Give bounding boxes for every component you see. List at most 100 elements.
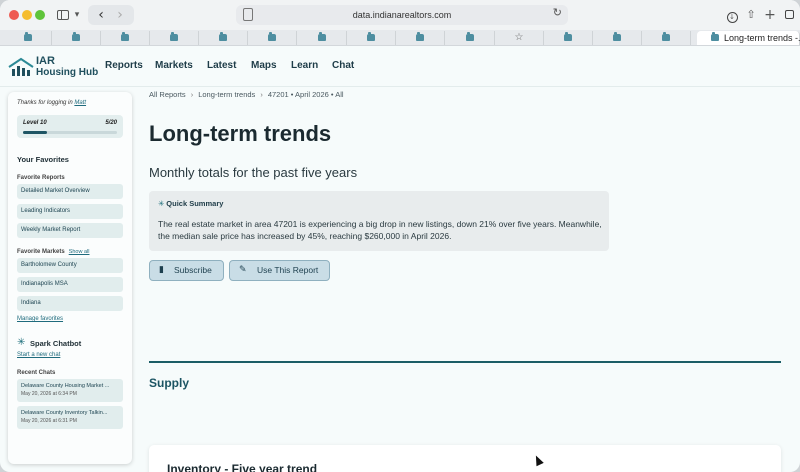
folder-icon [72,32,80,41]
site-logo[interactable]: IAR Housing Hub [8,55,98,79]
close-window-button[interactable] [9,10,19,20]
tab[interactable] [642,31,691,45]
nav-reports[interactable]: Reports [105,60,143,71]
chat-date: May 20, 2026 at 6:31 PM [21,418,77,424]
nav-latest[interactable]: Latest [207,60,236,71]
recent-chats-heading: Recent Chats [17,370,56,376]
favorite-market-item[interactable]: Indianapolis MSA [17,277,123,292]
tab[interactable] [297,31,347,45]
favorite-reports-heading: Favorite Reports [17,175,65,181]
magic-wand-icon: ✎ [239,265,247,275]
tab[interactable] [347,31,396,45]
section-divider [149,361,781,363]
favorite-report-item[interactable]: Detailed Market Overview [17,184,123,199]
quick-summary-box: ✳ Quick Summary The real estate market in… [149,191,609,251]
favorite-markets-label: Favorite Markets [17,249,65,255]
show-all-link[interactable]: Show all [69,249,90,255]
favorite-markets-heading: Favorite Markets Show all [17,249,89,255]
breadcrumb-current: 47201 • April 2026 • All [267,90,344,99]
address-url[interactable]: data.indianarealtors.com [236,5,568,25]
folder-icon [416,32,424,41]
star-icon: ☆ [514,32,524,43]
tab[interactable] [199,31,248,45]
nav-learn[interactable]: Learn [291,60,318,71]
subscribe-label: Subscribe [174,265,212,275]
tab[interactable] [52,31,101,45]
summary-heading-label: Quick Summary [166,199,224,208]
breadcrumb-separator: › [260,90,263,99]
recent-chat-item[interactable]: Delaware County Housing Market ... May 2… [17,379,123,402]
chatbot-heading: Spark Chatbot [30,339,82,348]
breadcrumb-separator: › [190,90,194,99]
main-content: All Reports › Long-term trends › 47201 • Apr… [149,87,789,472]
favorites-heading: Your Favorites [17,155,69,164]
folder-icon [711,32,719,41]
tab[interactable]: ☆ [495,31,544,45]
user-link[interactable]: Matt [74,100,86,106]
reload-icon[interactable]: ↻ [553,6,562,19]
nav-maps[interactable]: Maps [251,60,277,71]
nav-chat[interactable]: Chat [332,60,354,71]
section-title: Supply [149,376,190,390]
favorite-report-item[interactable]: Weekly Market Report [17,223,123,238]
nav-markets[interactable]: Markets [155,60,193,71]
page-subtitle: Monthly totals for the past five years [149,165,358,180]
subscribe-button[interactable]: ▮ Subscribe [149,260,224,281]
favorite-market-item[interactable]: Indiana [17,296,123,311]
level-count: 5/20 [105,120,117,126]
back-arrow-icon[interactable]: ‹ [94,6,108,24]
favorite-market-item[interactable]: Bartholomew County [17,258,123,273]
tab-overview-icon[interactable] [783,6,795,24]
sidebar-toggle-icon[interactable] [56,6,70,24]
folder-icon [23,32,32,41]
folder-icon [613,32,621,41]
chevron-down-icon[interactable]: ▾ [72,6,82,24]
tab[interactable] [445,31,495,45]
summary-heading: ✳ Quick Summary [158,199,223,208]
browser-titlebar: ▾ ‹ › data.indianarealtors.com ↻ ↓ ⇧ + [0,0,800,30]
tab[interactable] [248,31,297,45]
zoom-window-button[interactable] [35,10,45,20]
breadcrumb-long-term-trends[interactable]: Long-term trends [198,90,255,99]
folder-icon [219,32,227,41]
welcome-text: Thanks for logging in Matt [17,100,86,106]
level-progress-fill [23,131,47,134]
share-icon[interactable]: ⇧ [745,6,757,24]
summary-text: The real estate market in area 47201 is … [158,219,602,241]
forward-arrow-icon[interactable]: › [113,6,127,24]
level-progress-bar [23,131,117,134]
tab[interactable] [4,31,52,45]
folder-icon [121,32,129,41]
new-tab-icon[interactable]: + [764,6,776,24]
active-tab[interactable]: Long-term trends -... [697,31,800,45]
page-title: Long-term trends [149,121,332,146]
recent-chat-item[interactable]: Delaware County Inventory Talkin... May … [17,406,123,429]
minimize-window-button[interactable] [22,10,32,20]
folder-icon [170,32,178,41]
breadcrumb-all-reports[interactable]: All Reports [149,90,186,99]
level-label: Level 10 [23,120,47,126]
folder-icon [465,32,474,41]
tab[interactable] [150,31,199,45]
folder-icon [268,32,276,41]
card-title: Inventory - Five year trend [167,462,318,472]
download-icon[interactable]: ↓ [726,6,738,24]
address-bar[interactable]: data.indianarealtors.com ↻ [236,5,568,25]
tab[interactable] [396,31,445,45]
folder-icon [662,32,670,41]
favorite-report-item[interactable]: Leading Indicators [17,204,123,219]
chat-title: Delaware County Housing Market ... [21,383,110,389]
chat-title: Delaware County Inventory Talkin... [21,410,108,416]
sidebar: Thanks for logging in Matt Level 10 5/20… [8,92,132,464]
start-chat-link[interactable]: Start a new chat [17,352,60,358]
site-header: IAR Housing Hub Reports Markets Latest M… [0,47,800,87]
tab[interactable] [544,31,593,45]
use-this-report-button[interactable]: ✎ Use This Report [229,260,330,281]
logo-text: IAR [36,55,55,67]
house-chart-logo-icon [8,57,34,76]
tab[interactable] [101,31,150,45]
sparkle-icon: ✳ [158,199,165,208]
folder-icon [564,32,572,41]
tab[interactable] [593,31,642,45]
manage-favorites-link[interactable]: Manage favorites [17,316,63,322]
